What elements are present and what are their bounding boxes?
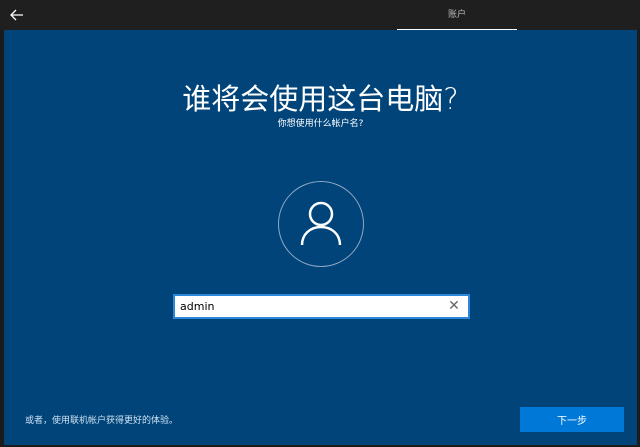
top-bar: 账户 (0, 0, 640, 30)
username-input[interactable] (180, 298, 440, 315)
online-account-link[interactable]: 或者，使用联机帐户获得更好的体验。 (25, 413, 178, 426)
avatar (278, 181, 364, 267)
page-title: 谁将会使用这台电脑? (4, 76, 637, 118)
main-panel: 谁将会使用这台电脑? 你想使用什么帐户名? ✕ 或者，使用联机帐户获得更好的体验… (4, 30, 637, 445)
close-icon[interactable]: ✕ (446, 298, 462, 315)
back-button[interactable] (10, 5, 28, 25)
user-icon (299, 200, 343, 246)
next-button[interactable]: 下一步 (520, 407, 624, 432)
tab-account[interactable]: 账户 (397, 0, 517, 30)
arrow-left-icon (10, 8, 24, 22)
page-subtitle: 你想使用什么帐户名? (4, 116, 637, 129)
username-field[interactable]: ✕ (173, 294, 470, 319)
